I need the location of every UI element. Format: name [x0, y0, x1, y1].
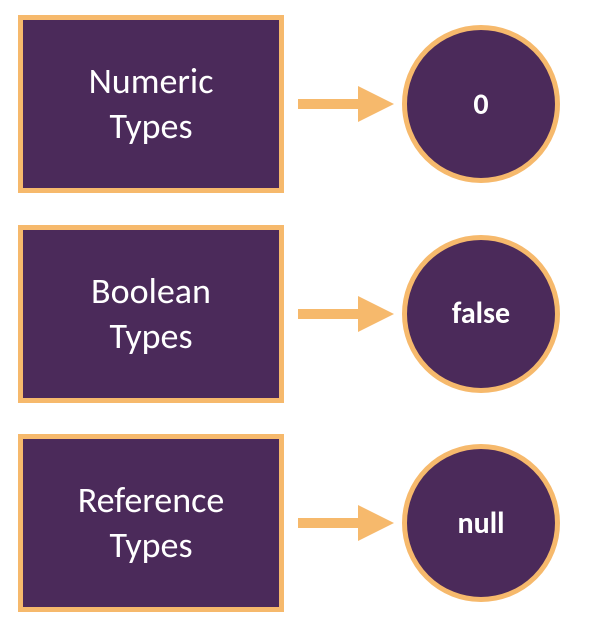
default-value-label: 0 [473, 86, 488, 123]
diagram-container: NumericTypes 0 BooleanTypes false Refe [0, 0, 600, 627]
type-box-reference: ReferenceTypes [18, 434, 284, 612]
default-value-circle: null [402, 444, 560, 602]
arrow-right-icon [298, 289, 394, 339]
type-box-label: NumericTypes [89, 59, 214, 149]
diagram-row: BooleanTypes false [18, 224, 582, 404]
arrow-right-icon [298, 498, 394, 548]
type-box-numeric: NumericTypes [18, 15, 284, 193]
default-value-label: false [452, 295, 510, 332]
arrow-right-icon [298, 79, 394, 129]
default-value-circle: false [402, 235, 560, 393]
diagram-row: NumericTypes 0 [18, 14, 582, 194]
type-box-label: BooleanTypes [91, 269, 211, 359]
default-value-circle: 0 [402, 25, 560, 183]
type-box-label: ReferenceTypes [78, 478, 225, 568]
diagram-row: ReferenceTypes null [18, 433, 582, 613]
default-value-label: null [458, 505, 505, 542]
type-box-boolean: BooleanTypes [18, 225, 284, 403]
